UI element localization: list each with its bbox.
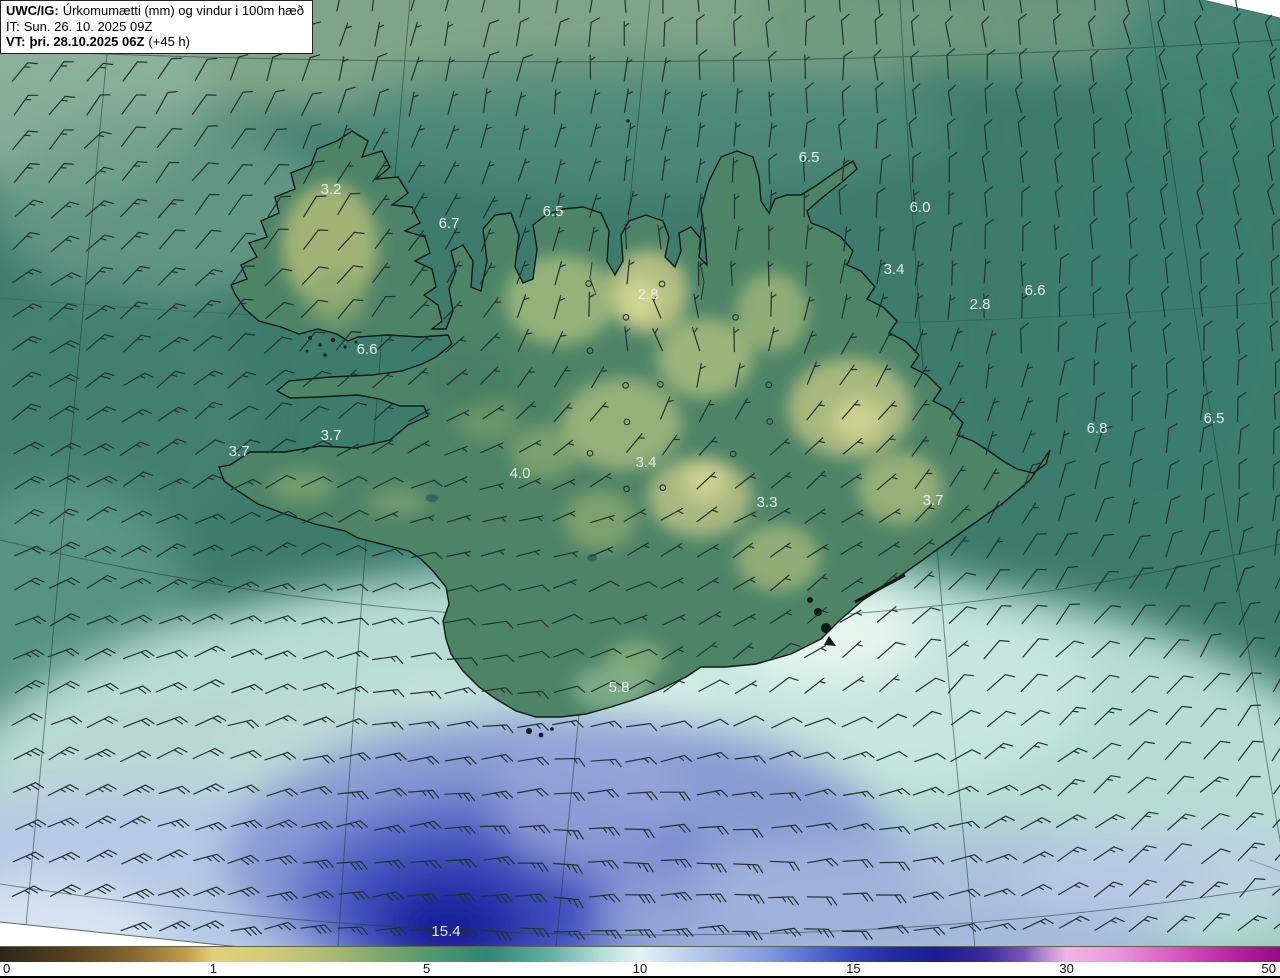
precip-value-label: 2.8 xyxy=(638,286,659,303)
precip-value-label: 3.4 xyxy=(884,261,905,278)
weather-map: 3.2 6.7 6.5 6.5 6.0 3.4 2.8 6.6 2.8 6.6 3.7 3.7 4.0 3… xyxy=(0,0,1280,947)
weather-map-page: 3.2 6.7 6.5 6.5 6.0 3.4 2.8 6.6 2.8 6.6 3.7 3.7 4.0 3… xyxy=(0,0,1280,978)
product-label: UWC/IG: xyxy=(6,3,59,18)
precip-value-label: 6.6 xyxy=(357,341,378,358)
colorbar-tick-label: 5 xyxy=(423,961,431,976)
precip-value-label: 3.3 xyxy=(757,494,778,511)
valid-time-offset: (+45 h) xyxy=(148,34,190,49)
precip-value-label: 15.4 xyxy=(431,923,460,940)
color-scale: 0 1 5 10 15 30 50 xyxy=(0,946,1280,978)
precip-value-label: 6.5 xyxy=(799,149,820,166)
colorbar-labels: 0 1 5 10 15 30 50 xyxy=(0,962,1280,976)
precip-value-label: 3.4 xyxy=(636,454,657,471)
colorbar-tick-label: 10 xyxy=(632,961,648,976)
colorbar-tick-label: 0 xyxy=(3,961,11,976)
title-box: UWC/IG: Úrkomumætti (mm) og vindur i 100m… xyxy=(0,0,314,54)
valid-time-value: þri. 28.10.2025 06Z xyxy=(29,34,145,49)
colorbar-gradient xyxy=(0,947,1280,962)
precip-value-label: 3.2 xyxy=(321,181,342,198)
colorbar-tick-label: 50 xyxy=(1261,961,1276,976)
colorbar-tick-label: 30 xyxy=(1059,961,1074,976)
precip-value-label: 6.6 xyxy=(1025,282,1046,299)
title-line-valid: VT: þri. 28.10.2025 06Z (+45 h) xyxy=(6,34,304,50)
precip-value-label: 6.8 xyxy=(1087,420,1108,437)
precip-value-label: 2.8 xyxy=(970,296,991,313)
precip-value-label: 6.5 xyxy=(543,203,564,220)
title-line-init: IT: Sun. 26. 10. 2025 09Z xyxy=(6,19,304,35)
precip-value-label: 3.7 xyxy=(321,427,342,444)
precip-value-label: 3.7 xyxy=(229,443,250,460)
precip-value-label: 6.5 xyxy=(1204,410,1225,427)
precip-value-label: 5.8 xyxy=(609,679,630,696)
init-time-value: Sun. 26. 10. 2025 09Z xyxy=(23,18,153,34)
map-title: Úrkomumætti (mm) og vindur i 100m hæð xyxy=(62,3,305,18)
precip-value-label: 3.7 xyxy=(923,492,944,509)
colorbar-tick-label: 15 xyxy=(846,961,861,976)
valid-time-label: VT: xyxy=(6,34,26,49)
precip-value-label: 4.0 xyxy=(510,465,531,482)
colorbar-tick-label: 1 xyxy=(209,961,217,976)
init-time-label: IT: xyxy=(6,18,20,34)
title-line-product: UWC/IG: Úrkomumætti (mm) og vindur i 100m… xyxy=(6,3,304,19)
precip-value-label: 6.0 xyxy=(910,199,931,216)
precip-value-label: 6.7 xyxy=(439,215,460,232)
